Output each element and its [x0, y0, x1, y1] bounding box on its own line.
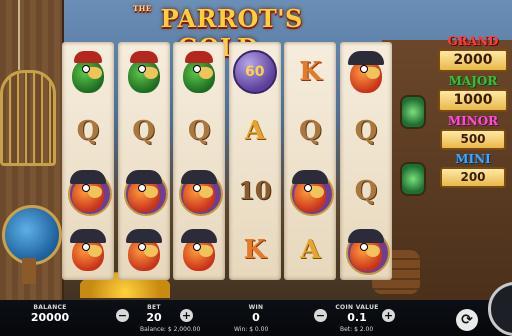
parrot-red-icon [122, 227, 166, 273]
reel-symbol: K [286, 45, 334, 99]
bet-currency: Bet: $ 2.00 [340, 326, 374, 333]
bet-value: 20 [146, 311, 162, 324]
reel-symbol [342, 223, 390, 277]
reel-symbol: Q [342, 104, 390, 158]
jackpot-minor-value: 500 [440, 129, 506, 150]
rope [18, 0, 20, 70]
symbol-k: K [243, 235, 267, 266]
jackpot-grand-label: GRAND [447, 34, 499, 48]
reel-symbol: 10 [231, 164, 279, 218]
balance-label: BALANCE [33, 304, 67, 311]
coin-value-field: COIN VALUE 0.1 [332, 304, 382, 324]
jackpot-minor-label: MINOR [447, 114, 499, 128]
reel-symbol [286, 164, 335, 218]
symbol-q: Q [299, 116, 322, 147]
bottom-bar: BALANCE 20000 − BET 20 + Balance: $ 2,00… [0, 300, 512, 336]
game-screen: THE PARROT'S GOLD QQQ60A10KKQAQQ GRAND20… [0, 0, 512, 336]
balance-value: 20000 [30, 311, 70, 324]
reel-symbol: A [286, 223, 334, 277]
bet-label: BET [147, 304, 161, 311]
green-lantern [400, 95, 426, 129]
parrot-green-icon [177, 49, 221, 95]
balance-field: BALANCE 20000 [20, 304, 80, 324]
jackpot-mini-label: MINI [455, 152, 491, 166]
parrot-red-icon [66, 227, 110, 273]
logo-prefix: THE [133, 4, 152, 13]
reel-symbol: Q [120, 104, 168, 158]
symbol-q: Q [354, 175, 378, 206]
parrot-red-icon [344, 49, 388, 95]
reel-symbol [175, 223, 223, 277]
symbol-k: K [299, 56, 322, 87]
symbol-10: 10 [238, 176, 272, 206]
parrot-purple-icon [344, 227, 390, 276]
parrot-purple-icon [288, 168, 335, 216]
reel-symbol [342, 45, 390, 99]
jackpot-major-label: MAJOR [448, 74, 498, 88]
reel-symbol [120, 164, 168, 218]
reel-symbol [175, 164, 224, 218]
parrot-purple-icon [66, 168, 112, 216]
parrot-red-icon [177, 227, 221, 273]
reel-4: 60 A 10 K [228, 42, 281, 280]
reel-3: Q [173, 42, 226, 280]
coin-value: 0.1 [347, 311, 367, 324]
reel-symbol [120, 45, 168, 99]
win-currency: Win: $ 0.00 [234, 326, 269, 333]
bet-plus-button[interactable]: + [180, 309, 193, 322]
reel-symbol: Q [342, 164, 390, 218]
coin-ball-icon: 60 [232, 49, 277, 94]
reel-symbol: Q [286, 104, 334, 158]
bird-cage [0, 70, 56, 166]
reel-symbol [175, 45, 223, 99]
reel-symbol: 60 [231, 45, 279, 99]
globe-stand [22, 258, 36, 284]
reel-grid: Q Q Q 60 A 10 K K Q A Q Q [62, 42, 392, 280]
bet-minus-button[interactable]: − [116, 309, 129, 322]
green-lantern [400, 162, 426, 196]
autoplay-icon[interactable]: ⟳ [456, 309, 478, 331]
win-label: WIN [248, 304, 264, 311]
symbol-q: Q [132, 116, 155, 147]
reel-symbol: Q [64, 104, 112, 158]
reel-symbol: K [231, 223, 279, 277]
parrot-purple-icon [177, 168, 224, 216]
reel-1: Q [62, 42, 114, 280]
reel-symbol [64, 45, 112, 99]
reel-symbol [64, 223, 112, 277]
coin-value-label: COIN VALUE [335, 304, 379, 311]
coin-minus-button[interactable]: − [314, 309, 327, 322]
reel-symbol [120, 223, 168, 277]
jackpot-major-value: 1000 [438, 89, 508, 112]
symbol-a: A [300, 235, 321, 266]
reel-symbol: Q [175, 104, 223, 158]
jackpot-panel: GRAND 2000 MAJOR 1000 MINOR 500 MINI 200 [434, 32, 512, 202]
coin-plus-button[interactable]: + [382, 309, 395, 322]
globe [2, 205, 62, 265]
reel-6: QQ [339, 42, 392, 280]
parrot-green-icon [66, 49, 110, 95]
symbol-q: Q [187, 116, 211, 147]
symbol-q: Q [354, 116, 378, 147]
reel-symbol: A [231, 104, 279, 158]
reel-2: Q [117, 42, 170, 280]
game-logo: THE PARROT'S GOLD [118, 4, 318, 62]
win-field: WIN 0 [236, 304, 276, 324]
symbol-q: Q [76, 116, 100, 147]
jackpot-mini-value: 200 [440, 167, 506, 188]
balance-currency: Balance: $ 2,000.00 [140, 326, 201, 333]
win-value: 0 [252, 311, 260, 324]
parrot-purple-icon [122, 168, 168, 216]
parrot-green-icon [122, 49, 166, 95]
reel-5: KQ A [284, 42, 337, 280]
jackpot-grand-value: 2000 [438, 49, 508, 72]
reel-symbol [64, 164, 112, 218]
symbol-a: A [244, 116, 265, 147]
bet-field: BET 20 [136, 304, 172, 324]
